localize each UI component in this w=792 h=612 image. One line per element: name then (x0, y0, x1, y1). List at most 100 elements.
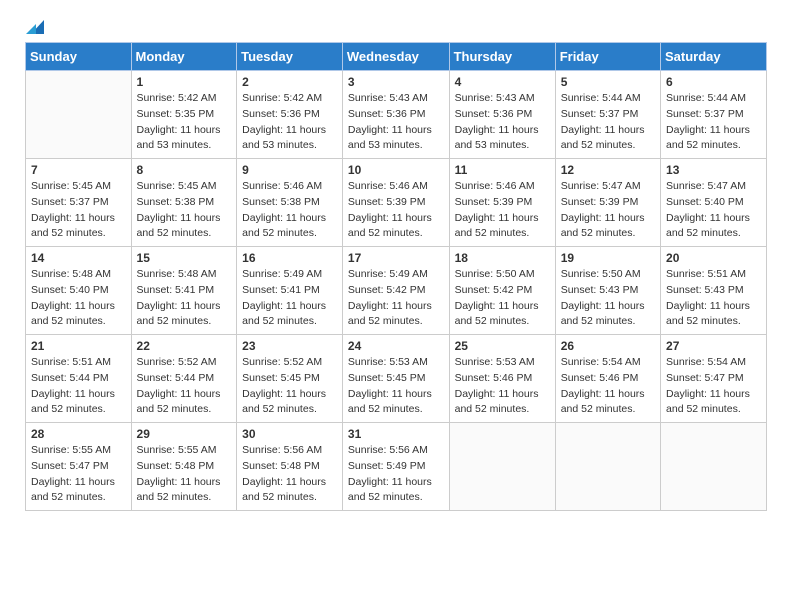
table-row: 11Sunrise: 5:46 AMSunset: 5:39 PMDayligh… (449, 159, 555, 247)
sunrise-text: Sunrise: 5:47 AM (666, 180, 746, 192)
sunset-text: Sunset: 5:40 PM (31, 284, 109, 296)
table-row: 22Sunrise: 5:52 AMSunset: 5:44 PMDayligh… (131, 335, 237, 423)
page-header (25, 20, 767, 32)
daylight-line1: Daylight: 11 hours (455, 300, 539, 312)
table-row: 31 Sunrise: 5:56 AMSunset: 5:49 PMDayligh… (342, 423, 449, 511)
day-number: 20 (666, 251, 761, 265)
day-number: 6 (666, 75, 761, 89)
table-row: 3Sunrise: 5:43 AMSunset: 5:36 PMDaylight… (342, 71, 449, 159)
table-row: 2Sunrise: 5:42 AMSunset: 5:36 PMDaylight… (237, 71, 343, 159)
calendar-week-row: 1Sunrise: 5:42 AMSunset: 5:35 PMDaylight… (26, 71, 767, 159)
daylight-line1: Daylight: 11 hours (348, 124, 432, 136)
sunset-text: Sunset: 5:46 PM (561, 372, 639, 384)
day-number: 26 (561, 339, 655, 353)
day-number: 9 (242, 163, 337, 177)
table-row: 29Sunrise: 5:55 AMSunset: 5:48 PMDayligh… (131, 423, 237, 511)
table-row: 6 Sunrise: 5:44 AMSunset: 5:37 PMDaylight… (661, 71, 767, 159)
sunrise-text: Sunrise: 5:53 AM (455, 356, 535, 368)
day-info: Sunrise: 5:56 AMSunset: 5:48 PMDaylight:… (242, 443, 337, 506)
sunrise-text: Sunrise: 5:52 AM (242, 356, 322, 368)
calendar-week-row: 21Sunrise: 5:51 AMSunset: 5:44 PMDayligh… (26, 335, 767, 423)
table-row: 15Sunrise: 5:48 AMSunset: 5:41 PMDayligh… (131, 247, 237, 335)
table-row: 17Sunrise: 5:49 AMSunset: 5:42 PMDayligh… (342, 247, 449, 335)
daylight-line1: Daylight: 11 hours (455, 388, 539, 400)
sunrise-text: Sunrise: 5:55 AM (31, 444, 111, 456)
sunset-text: Sunset: 5:36 PM (348, 108, 426, 120)
day-number: 10 (348, 163, 444, 177)
sunrise-text: Sunrise: 5:48 AM (31, 268, 111, 280)
day-number: 21 (31, 339, 126, 353)
day-number: 22 (137, 339, 232, 353)
calendar-header-row: Sunday Monday Tuesday Wednesday Thursday… (26, 43, 767, 71)
sunrise-text: Sunrise: 5:54 AM (561, 356, 641, 368)
daylight-line1: Daylight: 11 hours (137, 300, 221, 312)
daylight-line2: and 52 minutes. (31, 315, 106, 327)
day-info: Sunrise: 5:44 AMSunset: 5:37 PMDaylight:… (666, 91, 761, 154)
calendar-week-row: 28Sunrise: 5:55 AMSunset: 5:47 PMDayligh… (26, 423, 767, 511)
sunset-text: Sunset: 5:44 PM (137, 372, 215, 384)
day-number: 29 (137, 427, 232, 441)
daylight-line2: and 52 minutes. (348, 403, 423, 415)
sunset-text: Sunset: 5:42 PM (348, 284, 426, 296)
daylight-line1: Daylight: 11 hours (666, 124, 750, 136)
day-info: Sunrise: 5:52 AMSunset: 5:45 PMDaylight:… (242, 355, 337, 418)
sunset-text: Sunset: 5:48 PM (137, 460, 215, 472)
day-number: 23 (242, 339, 337, 353)
sunset-text: Sunset: 5:36 PM (242, 108, 320, 120)
day-info: Sunrise: 5:44 AMSunset: 5:37 PMDaylight:… (561, 91, 655, 154)
table-row (555, 423, 660, 511)
sunrise-text: Sunrise: 5:47 AM (561, 180, 641, 192)
table-row: 14Sunrise: 5:48 AMSunset: 5:40 PMDayligh… (26, 247, 132, 335)
sunrise-text: Sunrise: 5:56 AM (242, 444, 322, 456)
col-saturday: Saturday (661, 43, 767, 71)
sunset-text: Sunset: 5:41 PM (137, 284, 215, 296)
calendar-week-row: 14Sunrise: 5:48 AMSunset: 5:40 PMDayligh… (26, 247, 767, 335)
table-row: 25Sunrise: 5:53 AMSunset: 5:46 PMDayligh… (449, 335, 555, 423)
daylight-line1: Daylight: 11 hours (561, 300, 645, 312)
sunrise-text: Sunrise: 5:51 AM (666, 268, 746, 280)
day-number: 4 (455, 75, 550, 89)
day-info: Sunrise: 5:46 AMSunset: 5:39 PMDaylight:… (455, 179, 550, 242)
day-info: Sunrise: 5:46 AMSunset: 5:39 PMDaylight:… (348, 179, 444, 242)
col-friday: Friday (555, 43, 660, 71)
daylight-line2: and 52 minutes. (561, 227, 636, 239)
daylight-line2: and 52 minutes. (455, 403, 530, 415)
day-info: Sunrise: 5:42 AMSunset: 5:36 PMDaylight:… (242, 91, 337, 154)
daylight-line2: and 52 minutes. (242, 227, 317, 239)
col-wednesday: Wednesday (342, 43, 449, 71)
calendar-table: Sunday Monday Tuesday Wednesday Thursday… (25, 42, 767, 511)
sunrise-text: Sunrise: 5:55 AM (137, 444, 217, 456)
daylight-line1: Daylight: 11 hours (666, 388, 750, 400)
table-row (661, 423, 767, 511)
sunset-text: Sunset: 5:43 PM (666, 284, 744, 296)
table-row: 8Sunrise: 5:45 AMSunset: 5:38 PMDaylight… (131, 159, 237, 247)
sunrise-text: Sunrise: 5:49 AM (242, 268, 322, 280)
day-info: Sunrise: 5:50 AMSunset: 5:43 PMDaylight:… (561, 267, 655, 330)
sunset-text: Sunset: 5:37 PM (666, 108, 744, 120)
sunset-text: Sunset: 5:45 PM (348, 372, 426, 384)
daylight-line1: Daylight: 11 hours (31, 476, 115, 488)
table-row: 30Sunrise: 5:56 AMSunset: 5:48 PMDayligh… (237, 423, 343, 511)
day-info: Sunrise: 5:54 AMSunset: 5:47 PMDaylight:… (666, 355, 761, 418)
table-row: 21Sunrise: 5:51 AMSunset: 5:44 PMDayligh… (26, 335, 132, 423)
daylight-line2: and 52 minutes. (561, 403, 636, 415)
day-info: Sunrise: 5:56 AMSunset: 5:49 PMDaylight:… (348, 443, 444, 506)
day-info: Sunrise: 5:45 AMSunset: 5:37 PMDaylight:… (31, 179, 126, 242)
day-info: Sunrise: 5:54 AMSunset: 5:46 PMDaylight:… (561, 355, 655, 418)
daylight-line1: Daylight: 11 hours (561, 124, 645, 136)
daylight-line1: Daylight: 11 hours (242, 476, 326, 488)
table-row (449, 423, 555, 511)
day-info: Sunrise: 5:48 AMSunset: 5:40 PMDaylight:… (31, 267, 126, 330)
daylight-line2: and 53 minutes. (348, 139, 423, 151)
logo (25, 20, 44, 32)
table-row: 20Sunrise: 5:51 AMSunset: 5:43 PMDayligh… (661, 247, 767, 335)
sunrise-text: Sunrise: 5:52 AM (137, 356, 217, 368)
sunrise-text: Sunrise: 5:43 AM (455, 92, 535, 104)
day-info: Sunrise: 5:53 AMSunset: 5:46 PMDaylight:… (455, 355, 550, 418)
daylight-line2: and 52 minutes. (242, 315, 317, 327)
table-row: 23 Sunrise: 5:52 AMSunset: 5:45 PMDayligh… (237, 335, 343, 423)
daylight-line1: Daylight: 11 hours (561, 212, 645, 224)
daylight-line2: and 53 minutes. (242, 139, 317, 151)
day-number: 31 (348, 427, 444, 441)
daylight-line1: Daylight: 11 hours (242, 388, 326, 400)
